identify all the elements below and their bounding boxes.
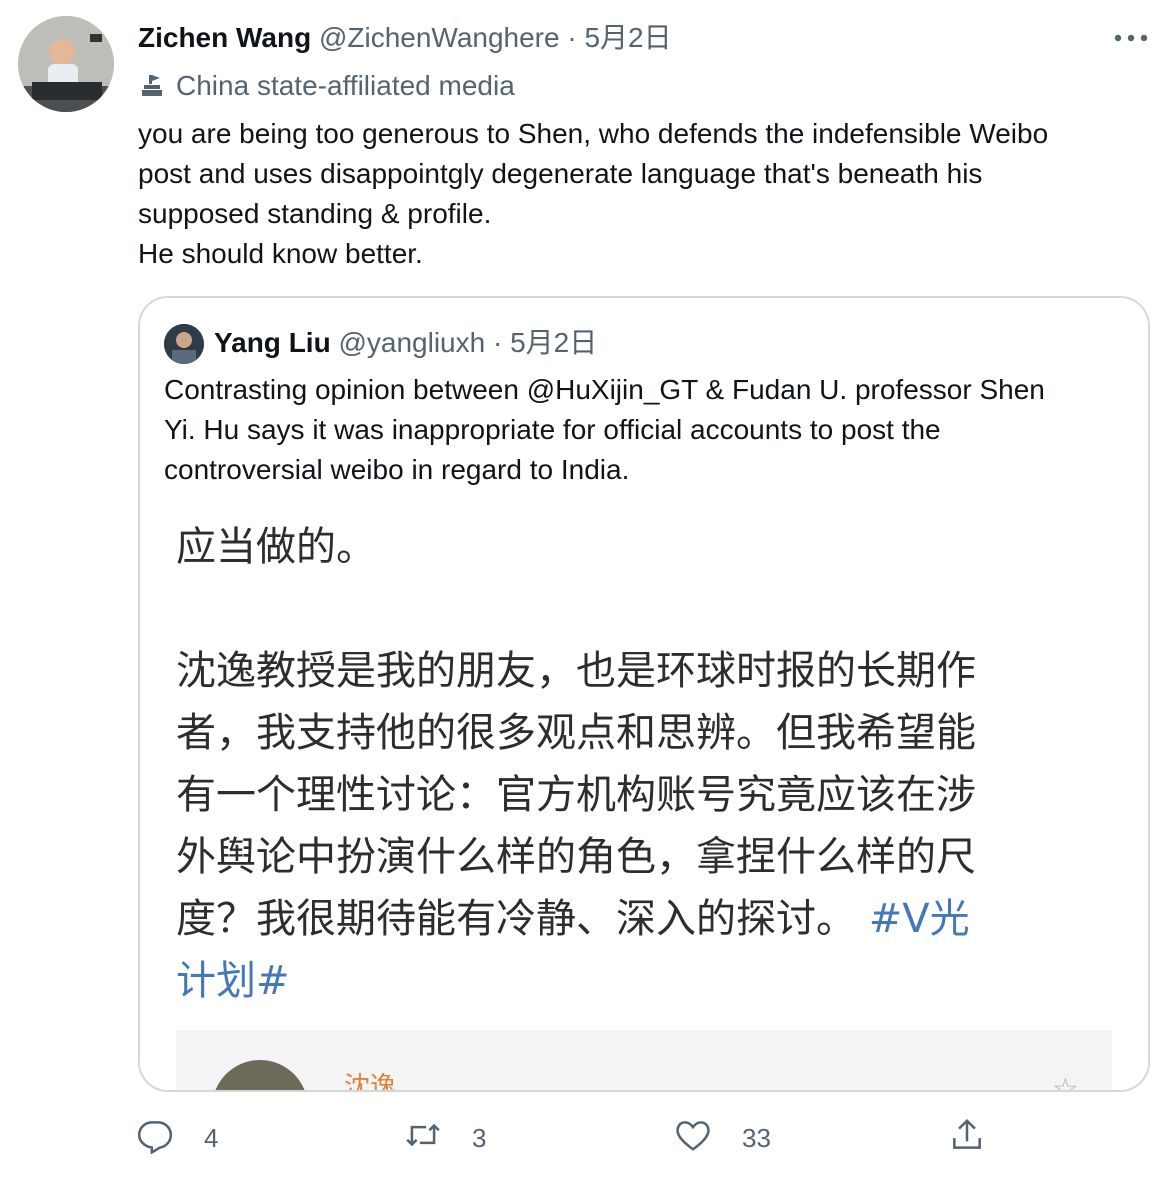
tweet-header: Zichen Wang @ZichenWanghere · 5月2日 [138, 18, 672, 58]
share-icon [948, 1116, 986, 1161]
quoted-image[interactable]: 应当做的。 沈逸教授是我的朋友，也是环球时报的长期作 者，我支持他的很多观点和思… [140, 498, 1148, 1090]
image-bottom-strip [176, 1030, 1112, 1090]
action-bar: 4 3 33 [136, 1114, 1036, 1162]
image-text-line: 度？我很期待能有冷静、深入的探讨。 [176, 896, 856, 942]
hashtag: #V光 [868, 896, 970, 942]
tweet-text: you are being too generous to Shen, who … [138, 114, 1148, 274]
retweet-count: 3 [472, 1122, 487, 1153]
author-name[interactable]: Zichen Wang [138, 22, 311, 53]
tweet-date[interactable]: 5月2日 [584, 22, 671, 53]
quoted-author-avatar[interactable] [164, 324, 204, 364]
quoted-text-line: controversial weibo in regard to India. [164, 454, 630, 485]
separator-dot: · [492, 327, 503, 358]
retweet-button[interactable]: 3 [404, 1114, 486, 1162]
more-icon[interactable] [1112, 30, 1152, 46]
quoted-author-handle: @yangliuxh [338, 327, 486, 358]
image-text-line: 者，我支持他的很多观点和思辨。但我希望能 [176, 710, 976, 756]
reply-button[interactable]: 4 [136, 1114, 218, 1162]
separator-dot: · [567, 22, 577, 53]
like-icon [674, 1116, 712, 1161]
image-text: 应当做的。 沈逸教授是我的朋友，也是环球时报的长期作 者，我支持他的很多观点和思… [176, 516, 976, 1012]
tweet-text-line: He should know better. [138, 238, 423, 269]
hashtag-continued: 计划# [176, 958, 290, 1004]
retweet-icon [404, 1116, 442, 1161]
quoted-text-line: Yi. Hu says it was inappropriate for off… [164, 414, 941, 445]
image-text-line: 有一个理性讨论：官方机构账号究竟应该在涉 [176, 772, 976, 818]
quoted-author-name: Yang Liu [214, 327, 331, 358]
tweet-text-line: post and uses disappointgly degenerate l… [138, 158, 983, 189]
author-avatar[interactable] [18, 16, 114, 112]
image-author-name: 沈逸 [344, 1072, 397, 1090]
quoted-date: 5月2日 [510, 327, 598, 358]
quoted-text-line: Contrasting opinion between @HuXijin_GT … [164, 374, 1045, 405]
image-text-line: 外舆论中扮演什么样的角色，拿捏什么样的尺 [176, 834, 976, 880]
author-handle[interactable]: @ZichenWanghere [319, 22, 560, 53]
image-text-line-with-hashtag: 度？我很期待能有冷静、深入的探讨。 #V光 [176, 888, 976, 950]
image-text-line: 应当做的。 [176, 524, 376, 570]
image-text-line: 沈逸教授是我的朋友，也是环球时报的长期作 [176, 648, 976, 694]
reply-count: 4 [204, 1122, 219, 1153]
tweet-text-line: you are being too generous to Shen, who … [138, 118, 1049, 149]
quoted-tweet[interactable]: Yang Liu @yangliuxh · 5月2日 Contrasting o… [138, 296, 1150, 1092]
image-text-line [176, 578, 976, 640]
star-icon: ☆ [1052, 1073, 1079, 1090]
share-button[interactable] [948, 1114, 986, 1162]
quoted-text: Contrasting opinion between @HuXijin_GT … [164, 370, 1134, 490]
quoted-header: Yang Liu @yangliuxh · 5月2日 [214, 322, 597, 364]
reply-icon [136, 1116, 174, 1161]
like-button[interactable]: 33 [674, 1114, 771, 1162]
like-count: 33 [742, 1122, 771, 1153]
tweet-text-line: supposed standing & profile. [138, 198, 492, 229]
state-media-icon [138, 70, 166, 98]
affiliation-text: China state-affiliated media [176, 70, 515, 101]
affiliation-label[interactable]: China state-affiliated media [138, 66, 515, 106]
